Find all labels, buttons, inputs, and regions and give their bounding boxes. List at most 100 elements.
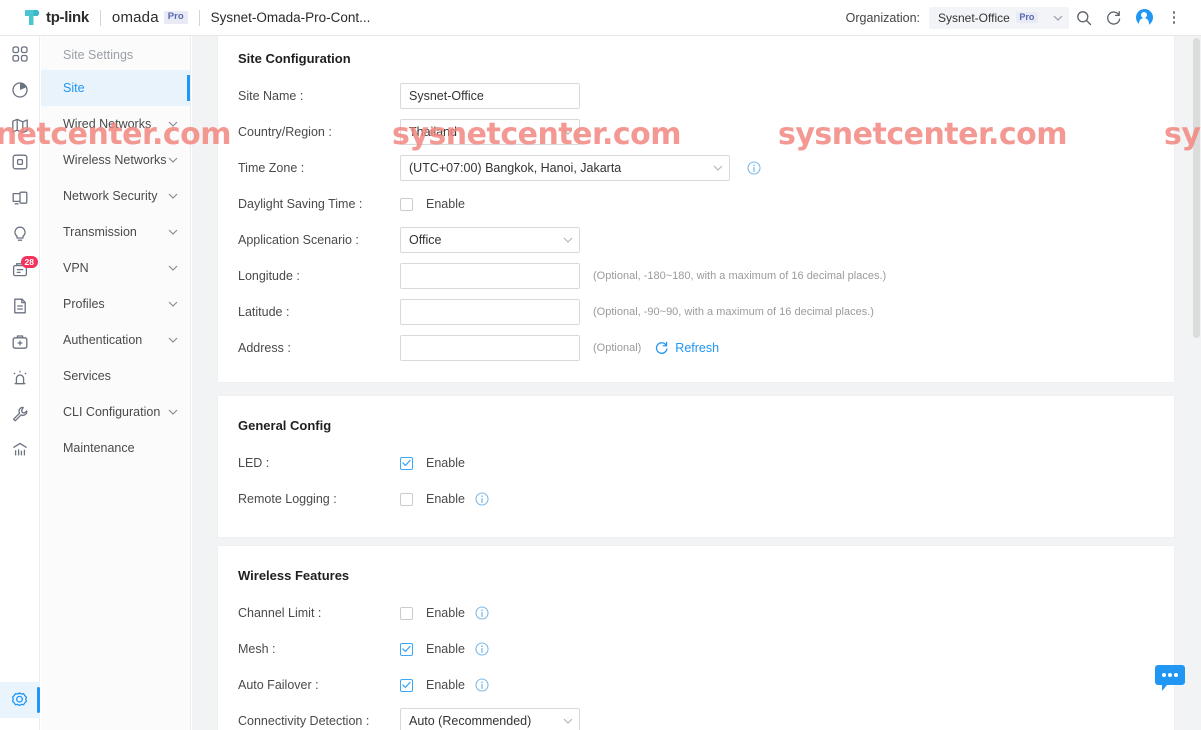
sidebar-item-label: Transmission bbox=[63, 225, 137, 239]
address-refresh-button[interactable]: Refresh bbox=[655, 341, 719, 355]
remote-logging-enable-label: Enable bbox=[426, 492, 465, 506]
auto-failover-info-icon[interactable] bbox=[475, 678, 489, 692]
devices-icon bbox=[12, 154, 27, 170]
rail-item-clients[interactable] bbox=[0, 180, 40, 216]
clients-icon bbox=[12, 191, 27, 205]
tplink-wordmark: tp-link bbox=[46, 9, 89, 26]
longitude-input[interactable] bbox=[400, 263, 580, 289]
country-region-row: Country/Region : Thailand bbox=[218, 114, 1174, 150]
rail-item-devices[interactable] bbox=[0, 144, 40, 180]
connectivity-detection-select[interactable]: Auto (Recommended) bbox=[400, 708, 580, 730]
icon-rail: 28 bbox=[0, 36, 40, 730]
tplink-logo[interactable]: tp-link bbox=[24, 9, 89, 26]
chevron-down-icon bbox=[168, 301, 178, 307]
alerts-badge-count: 28 bbox=[21, 256, 38, 269]
latitude-hint: (Optional, -90~90, with a maximum of 16 … bbox=[593, 306, 874, 318]
sidebar-item-profiles[interactable]: Profiles bbox=[41, 286, 190, 322]
search-button[interactable] bbox=[1069, 3, 1099, 33]
longitude-label: Longitude : bbox=[238, 269, 300, 283]
latitude-input[interactable] bbox=[400, 299, 580, 325]
latitude-row: Latitude : (Optional, -90~90, with a max… bbox=[218, 294, 1174, 330]
avatar bbox=[1135, 9, 1153, 26]
site-configuration-card: Site Configuration Site Name : Sysnet-Of… bbox=[217, 36, 1175, 383]
rail-item-map[interactable] bbox=[0, 108, 40, 144]
rail-item-statistics[interactable] bbox=[0, 72, 40, 108]
rail-item-toolbox[interactable] bbox=[0, 324, 40, 360]
remote-logging-checkbox[interactable] bbox=[400, 492, 413, 506]
content-scrollbar[interactable] bbox=[1192, 36, 1201, 730]
time-zone-value: (UTC+07:00) Bangkok, Hanoi, Jakarta bbox=[409, 161, 622, 175]
address-refresh-label: Refresh bbox=[675, 341, 720, 355]
site-configuration-title: Site Configuration bbox=[238, 51, 351, 66]
daylight-saving-checkbox[interactable] bbox=[400, 197, 413, 211]
sidebar-item-label: Wired Networks bbox=[63, 117, 152, 131]
mesh-enable-label: Enable bbox=[426, 642, 465, 656]
sidebar-item-wired-networks[interactable]: Wired Networks bbox=[41, 106, 190, 142]
sidebar-item-network-security[interactable]: Network Security bbox=[41, 178, 190, 214]
channel-limit-label: Channel Limit : bbox=[238, 606, 322, 620]
time-zone-select[interactable]: (UTC+07:00) Bangkok, Hanoi, Jakarta bbox=[400, 155, 730, 181]
mesh-info-icon[interactable] bbox=[475, 642, 489, 656]
connectivity-detection-row: Connectivity Detection : Auto (Recommend… bbox=[218, 703, 1174, 730]
sidebar-item-vpn[interactable]: VPN bbox=[41, 250, 190, 286]
info-icon bbox=[475, 606, 489, 620]
site-name-input[interactable]: Sysnet-Office bbox=[400, 83, 580, 109]
reports-chart-icon bbox=[12, 442, 27, 456]
auto-failover-row: Auto Failover : Enable bbox=[218, 667, 1174, 703]
channel-limit-info-icon[interactable] bbox=[475, 606, 489, 620]
sidebar-item-services[interactable]: Services bbox=[41, 358, 190, 394]
rail-item-insight[interactable] bbox=[0, 216, 40, 252]
chevron-down-icon bbox=[168, 193, 178, 199]
remote-logging-info-icon[interactable] bbox=[475, 492, 489, 506]
rail-item-settings[interactable] bbox=[0, 682, 40, 718]
auto-failover-checkbox[interactable] bbox=[400, 678, 413, 692]
sidebar-item-authentication[interactable]: Authentication bbox=[41, 322, 190, 358]
time-zone-info-icon[interactable] bbox=[747, 161, 761, 175]
rail-item-alerts-log[interactable]: 28 bbox=[0, 252, 40, 288]
check-icon bbox=[402, 459, 411, 467]
organization-selector[interactable]: Sysnet-Office Pro bbox=[929, 6, 1069, 29]
refresh-button[interactable] bbox=[1099, 3, 1129, 33]
connectivity-detection-value: Auto (Recommended) bbox=[409, 714, 532, 728]
rail-item-tools[interactable] bbox=[0, 396, 40, 432]
toolbox-icon bbox=[12, 335, 27, 349]
chat-support-button[interactable] bbox=[1153, 665, 1187, 695]
header-divider-1 bbox=[99, 9, 101, 26]
channel-limit-checkbox[interactable] bbox=[400, 606, 413, 620]
general-config-title: General Config bbox=[238, 418, 332, 433]
sidebar-item-site[interactable]: Site bbox=[41, 70, 190, 106]
site-name-label: Site Name : bbox=[238, 89, 304, 103]
site-settings-sidebar: Site Settings Site Wired Networks Wirele… bbox=[41, 36, 191, 730]
country-region-select[interactable]: Thailand bbox=[400, 119, 580, 145]
address-label: Address : bbox=[238, 341, 291, 355]
info-icon bbox=[747, 161, 761, 175]
more-menu-button[interactable] bbox=[1159, 3, 1189, 33]
rail-item-alarms[interactable] bbox=[0, 360, 40, 396]
sidebar-item-label: Profiles bbox=[63, 297, 105, 311]
sidebar-item-wireless-networks[interactable]: Wireless Networks bbox=[41, 142, 190, 178]
omada-logo[interactable]: omada Pro bbox=[112, 9, 188, 26]
address-hint: (Optional) bbox=[593, 342, 642, 354]
sidebar-item-cli-configuration[interactable]: CLI Configuration bbox=[41, 394, 190, 430]
led-checkbox[interactable] bbox=[400, 456, 413, 470]
address-input[interactable] bbox=[400, 335, 580, 361]
check-icon bbox=[402, 645, 411, 653]
info-icon bbox=[475, 492, 489, 506]
sidebar-item-maintenance[interactable]: Maintenance bbox=[41, 430, 190, 466]
scrollbar-thumb[interactable] bbox=[1193, 38, 1200, 338]
latitude-label: Latitude : bbox=[238, 305, 290, 319]
sidebar-item-transmission[interactable]: Transmission bbox=[41, 214, 190, 250]
wireless-features-title: Wireless Features bbox=[238, 568, 350, 583]
sidebar-item-label: CLI Configuration bbox=[63, 405, 161, 419]
channel-limit-row: Channel Limit : Enable bbox=[218, 595, 1174, 631]
mesh-checkbox[interactable] bbox=[400, 642, 413, 656]
omada-pro-badge: Pro bbox=[163, 10, 188, 25]
user-account-button[interactable] bbox=[1129, 3, 1159, 33]
rail-item-dashboard[interactable] bbox=[0, 36, 40, 72]
info-icon bbox=[475, 678, 489, 692]
application-scenario-select[interactable]: Office bbox=[400, 227, 580, 253]
site-name-value: Sysnet-Office bbox=[409, 89, 484, 103]
mesh-row: Mesh : Enable bbox=[218, 631, 1174, 667]
rail-item-logs[interactable] bbox=[0, 288, 40, 324]
rail-item-reports[interactable] bbox=[0, 432, 40, 468]
